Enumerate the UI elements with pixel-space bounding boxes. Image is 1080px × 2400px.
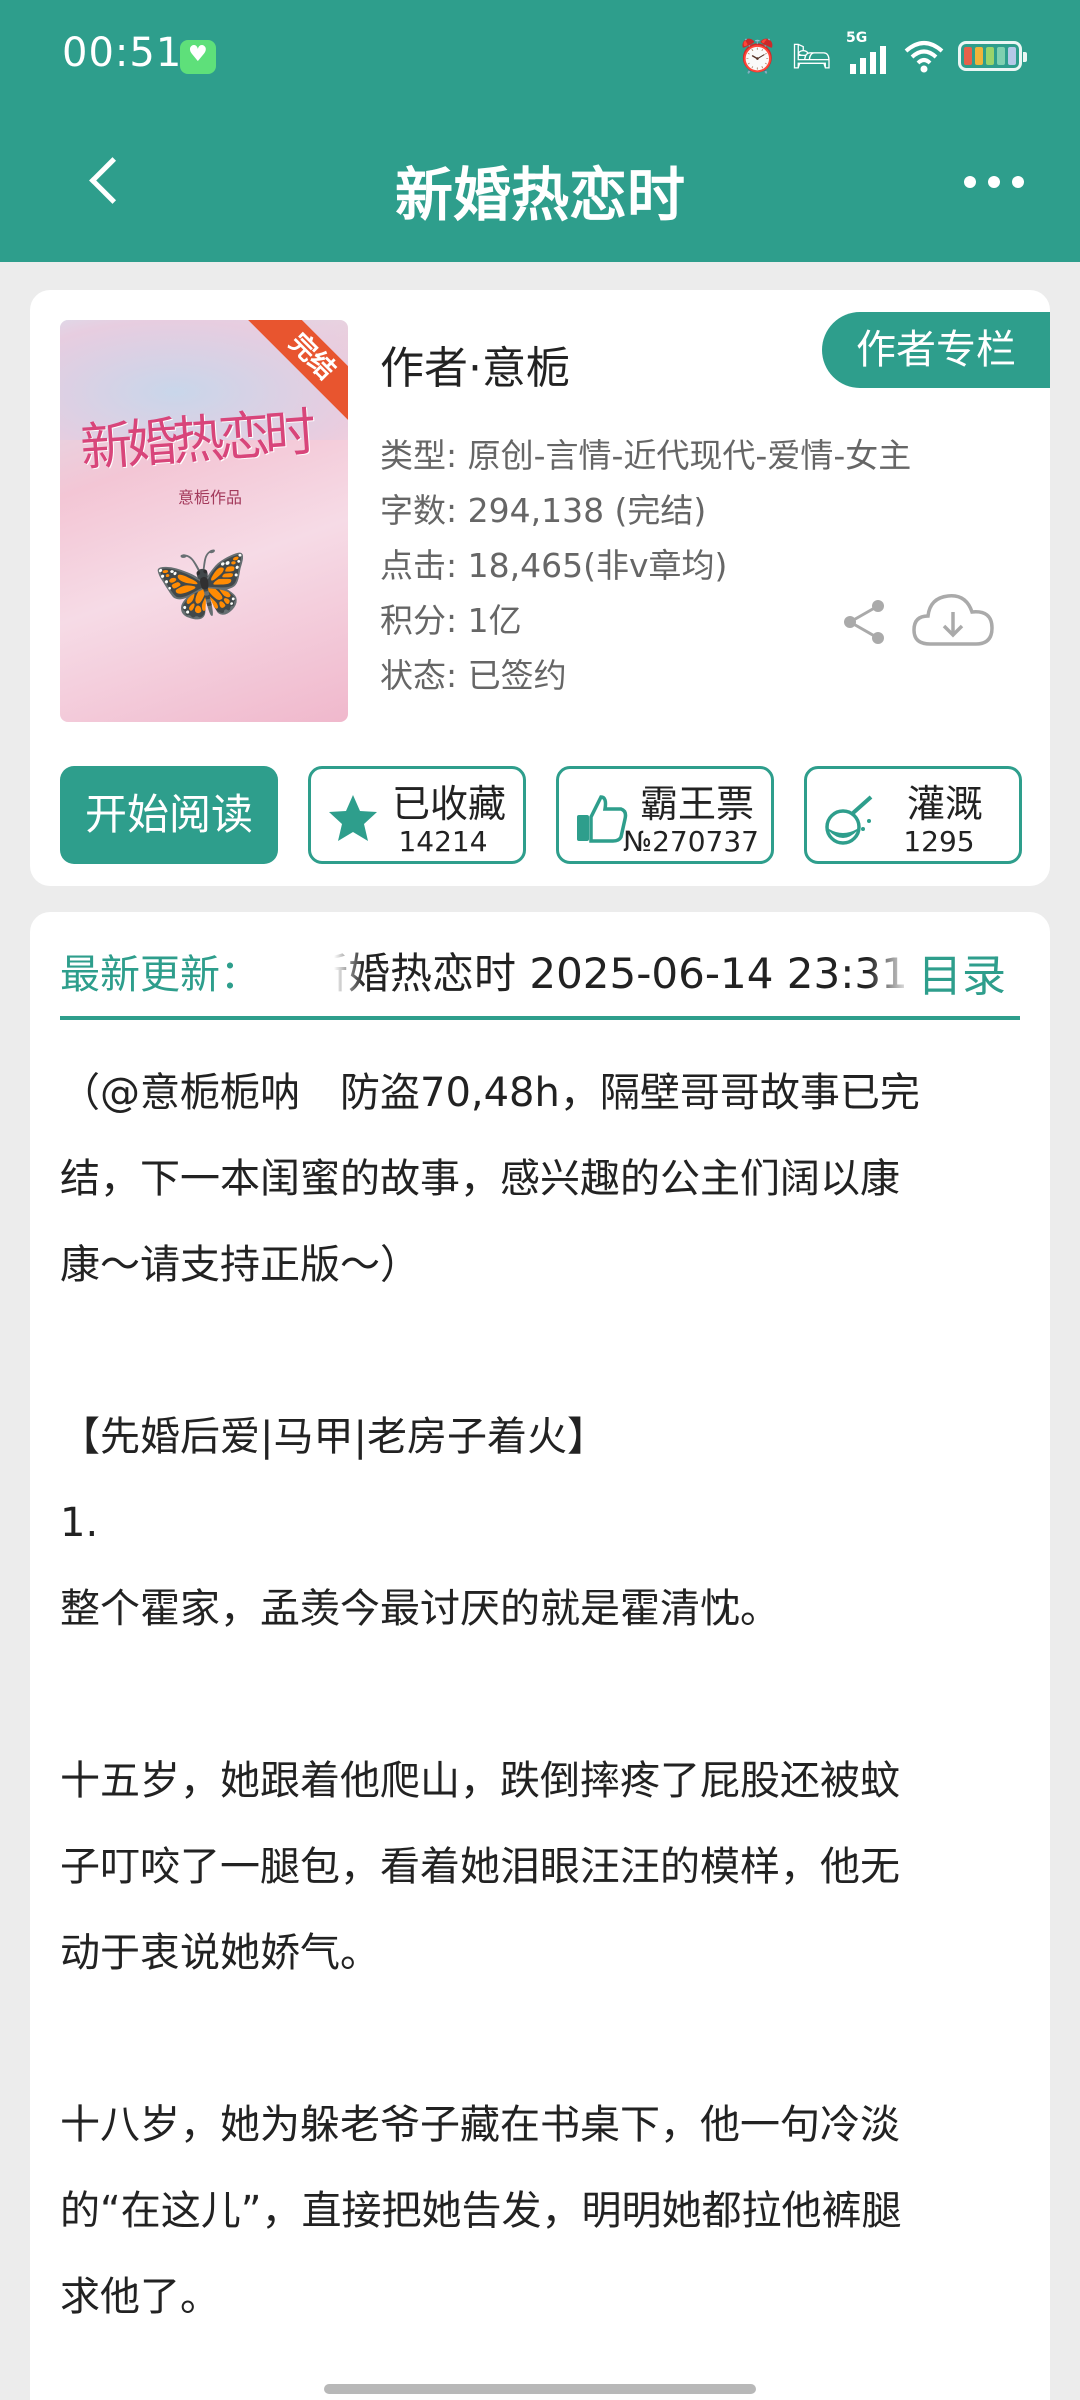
water-count: 1295	[903, 825, 975, 858]
collect-label: 已收藏	[391, 782, 506, 826]
summary-line: （@意栀栀呐 防盗70,48h，隔壁哥哥故事已完	[60, 1070, 920, 1116]
status-bar: 00:51 ⏰ 🛏 5G	[0, 0, 1080, 116]
summary-line: 康～请支持正版～）	[60, 1242, 420, 1288]
home-indicator[interactable]	[324, 2384, 756, 2394]
network-type-label: 5G	[846, 30, 868, 46]
more-options-icon[interactable]	[964, 170, 1024, 194]
sleep-mode-icon: 🛏	[791, 37, 832, 75]
book-info-list: 类型: 原创-言情-近代现代-爱情-女主 字数: 294,138 (完结) 点击…	[380, 428, 911, 703]
collect-count: 14214	[398, 825, 488, 858]
book-cover[interactable]: 新婚热恋时 意栀作品 🦋 完结	[60, 320, 348, 722]
butterfly-illustration: 🦋	[152, 538, 250, 628]
latest-update-marquee: 新婚热恋时 2025-06-14 23:31 |	[334, 940, 912, 996]
wechat-notification-icon	[180, 40, 216, 74]
irrigate-button[interactable]: 灌溉 1295	[804, 766, 1022, 864]
info-score: 积分: 1亿	[380, 601, 522, 640]
cover-title: 新婚热恋时	[78, 403, 313, 479]
bawang-vote-button[interactable]: 霸王票 №270737	[556, 766, 774, 864]
latest-update-label: 最新更新：	[60, 952, 260, 998]
info-genre: 类型: 原创-言情-近代现代-爱情-女主	[380, 436, 912, 475]
info-status: 状态: 已签约	[380, 656, 567, 695]
summary-line: 1.	[60, 1500, 99, 1546]
vote-label: 霸王票	[639, 782, 754, 826]
summary-line: 动于衷说她娇气。	[60, 1930, 380, 1976]
summary-line: 【先婚后爱|马甲|老房子着火】	[60, 1414, 607, 1460]
author-name[interactable]: 作者·意栀	[380, 332, 570, 396]
info-word-count: 字数: 294,138 (完结)	[380, 491, 707, 530]
book-info-card: 新婚热恋时 意栀作品 🦋 完结 作者·意栀 作者专栏 类型: 原创-言情-近代现…	[30, 290, 1050, 886]
info-clicks: 点击: 18,465(非v章均)	[380, 546, 728, 585]
summary-line	[60, 1996, 1020, 2082]
table-of-contents-link[interactable]: 目录	[918, 940, 1006, 1004]
author-column-button[interactable]: 作者专栏	[822, 312, 1050, 388]
summary-line: 十八岁，她为躲老爷子藏在书桌下，他一句冷淡	[60, 2102, 900, 2148]
summary-line: 十五岁，她跟着他爬山，跌倒摔疼了屁股还被蚊	[60, 1758, 900, 1804]
summary-line: 整个霍家，孟羡今最讨厌的就是霍清忱。	[60, 1586, 780, 1632]
summary-line: 的“在这儿”，直接把她告发，明明她都拉他裤腿	[60, 2188, 902, 2234]
action-buttons: 开始阅读 已收藏 14214 霸王票 №270737 灌溉 1295	[60, 766, 1022, 864]
start-reading-button[interactable]: 开始阅读	[60, 766, 278, 864]
summary-line	[60, 1652, 1020, 1738]
cloud-download-icon[interactable]	[910, 588, 996, 652]
summary-line	[60, 1308, 1020, 1394]
book-summary-card: 最新更新： 新婚热恋时 2025-06-14 23:31 | 目录 （@意栀栀呐…	[30, 912, 1050, 2400]
cover-author: 意栀作品	[178, 488, 243, 507]
share-icon[interactable]	[838, 596, 890, 648]
summary-line: 子叮咬了一腿包，看着她泪眼汪汪的模样，他无	[60, 1844, 900, 1890]
collect-button[interactable]: 已收藏 14214	[308, 766, 526, 864]
summary-line: 求他了。	[60, 2274, 220, 2320]
book-summary: （@意栀栀呐 防盗70,48h，隔壁哥哥故事已完 结，下一本闺蜜的故事，感兴趣的…	[60, 1050, 1020, 2340]
cellular-signal-icon: 5G	[846, 30, 890, 76]
vote-count: №270737	[622, 825, 759, 858]
status-time: 00:51	[62, 30, 183, 76]
summary-line: 结，下一本闺蜜的故事，感兴趣的公主们阔以康	[60, 1156, 900, 1202]
page-title: 新婚热恋时	[394, 161, 685, 229]
app-header: 00:51 ⏰ 🛏 5G 新婚热恋时	[0, 0, 1080, 262]
water-label: 灌溉	[906, 782, 983, 826]
battery-icon	[958, 41, 1027, 71]
alarm-icon: ⏰	[737, 37, 778, 75]
nav-bar: 新婚热恋时	[0, 126, 1080, 246]
latest-update-text: 新婚热恋时 2025-06-14 23:31 |	[334, 949, 912, 996]
latest-update-bar[interactable]: 最新更新： 新婚热恋时 2025-06-14 23:31 | 目录	[60, 912, 1020, 1020]
wifi-icon	[904, 41, 944, 73]
status-icons: ⏰ 🛏 5G	[737, 30, 1027, 76]
